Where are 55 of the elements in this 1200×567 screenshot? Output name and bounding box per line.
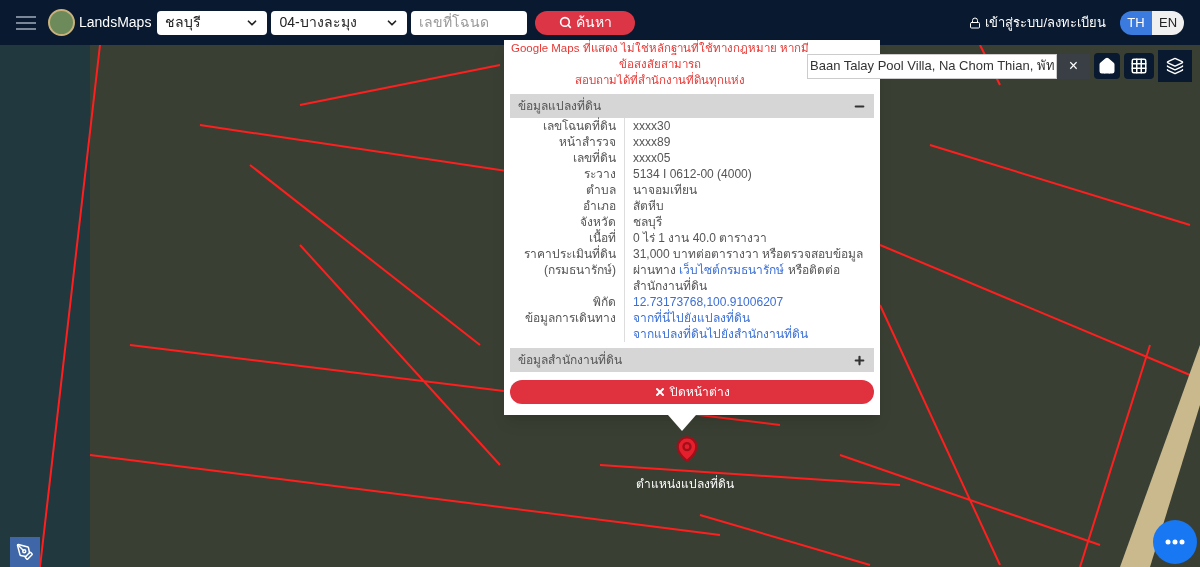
home-icon: [1098, 57, 1116, 75]
field-label: ข้อมูลการเดินทาง: [510, 310, 625, 342]
logo-text: LandsMaps: [79, 13, 152, 32]
field-label: เลขที่ดิน: [510, 150, 625, 166]
place-search-field[interactable]: Baan Talay Pool Villa, Na Chom Thian, พัท: [807, 53, 1057, 79]
home-button[interactable]: [1094, 53, 1120, 79]
field-value: xxxx89: [633, 134, 672, 150]
section-header[interactable]: ข้อมูลแปลงที่ดิน: [510, 94, 874, 118]
notice-text: Google Maps ที่แสดง ไม่ใช่หลักฐานที่ใช้ทางกฎหมาย หากมีข้อสงสัยสามารถ: [510, 40, 810, 72]
field-value: xxxx05: [633, 150, 672, 166]
link[interactable]: 12.73173768,100.91006207: [633, 295, 784, 309]
field-label: เลขโฉนดที่ดิน: [510, 118, 625, 134]
close-icon: [654, 386, 666, 398]
clear-search-button[interactable]: ×: [1057, 53, 1090, 79]
notice-text: สอบถามได้ที่สำนักงานที่ดินทุกแห่ง: [575, 72, 745, 88]
field-label: ตำบล: [510, 182, 625, 198]
language-toggle[interactable]: EN: [1152, 10, 1184, 35]
marker-label: ตำแหน่งแปลงที่ดิน: [636, 475, 734, 493]
menu-icon[interactable]: [16, 15, 36, 30]
deed-input-field[interactable]: เลขที่โฉนด: [411, 10, 528, 35]
link[interactable]: เว็บไซต์กรมธนารักษ์: [679, 263, 785, 277]
field-label: ระวาง: [510, 166, 625, 182]
field-label: ราคาประเมินที่ดิน (กรมธนารักษ์): [510, 246, 625, 294]
field-value: สัตหีบ: [633, 198, 665, 214]
field-value: 31,000 บาทต่อตารางวา หรือตรวจสอบข้อมูลผ่านทาง เว็บไซต์กรมธนารักษ์ หรือติดต่อสำนักงานที่ดิน: [633, 246, 865, 294]
close-window-button[interactable]: ปิดหน้าต่าง: [510, 380, 874, 404]
draw-tool-button[interactable]: [10, 537, 40, 567]
field-value: 5134 I 0612-00 (4000): [633, 166, 753, 182]
field-value: 0 ไร่ 1 งาน 40.0 ตารางวา: [633, 230, 769, 246]
field-label: หน้าสำรวจ: [510, 134, 625, 150]
grid-icon: [1130, 57, 1148, 75]
login-link[interactable]: เข้าสู่ระบบ/ลงทะเบียน: [969, 12, 1106, 33]
dropdown-select[interactable]: 04-บางละมุง: [271, 10, 408, 35]
language-toggle[interactable]: TH: [1120, 10, 1152, 35]
layers-icon: [1166, 57, 1184, 75]
layers-button[interactable]: [1158, 50, 1192, 82]
field-label: จังหวัด: [510, 214, 625, 230]
link[interactable]: จากแปลงที่ดินไปยังสำนักงานที่ดิน: [633, 327, 808, 341]
field-value: ชลบุรี: [633, 214, 663, 230]
field-label: พิกัด: [510, 294, 625, 310]
search-icon: [558, 16, 572, 29]
lock-icon: [969, 16, 982, 29]
section-header[interactable]: ข้อมูลสำนักงานที่ดิน: [510, 348, 874, 372]
link[interactable]: จากที่นี่ไปยังแปลงที่ดิน: [633, 311, 750, 325]
search-button[interactable]: ค้นหา: [535, 10, 636, 35]
field-value: xxxx30: [633, 118, 672, 134]
pen-icon: [16, 543, 34, 561]
grid-button[interactable]: [1124, 53, 1154, 79]
field-value: นาจอมเทียน: [633, 182, 698, 198]
expand-icon: [853, 353, 866, 367]
more-icon: [1165, 539, 1185, 545]
field-label: อำเภอ: [510, 198, 625, 214]
logo-icon: [48, 9, 75, 36]
field-label: เนื้อที่: [510, 230, 625, 246]
dropdown-select[interactable]: ชลบุรี: [157, 10, 268, 35]
